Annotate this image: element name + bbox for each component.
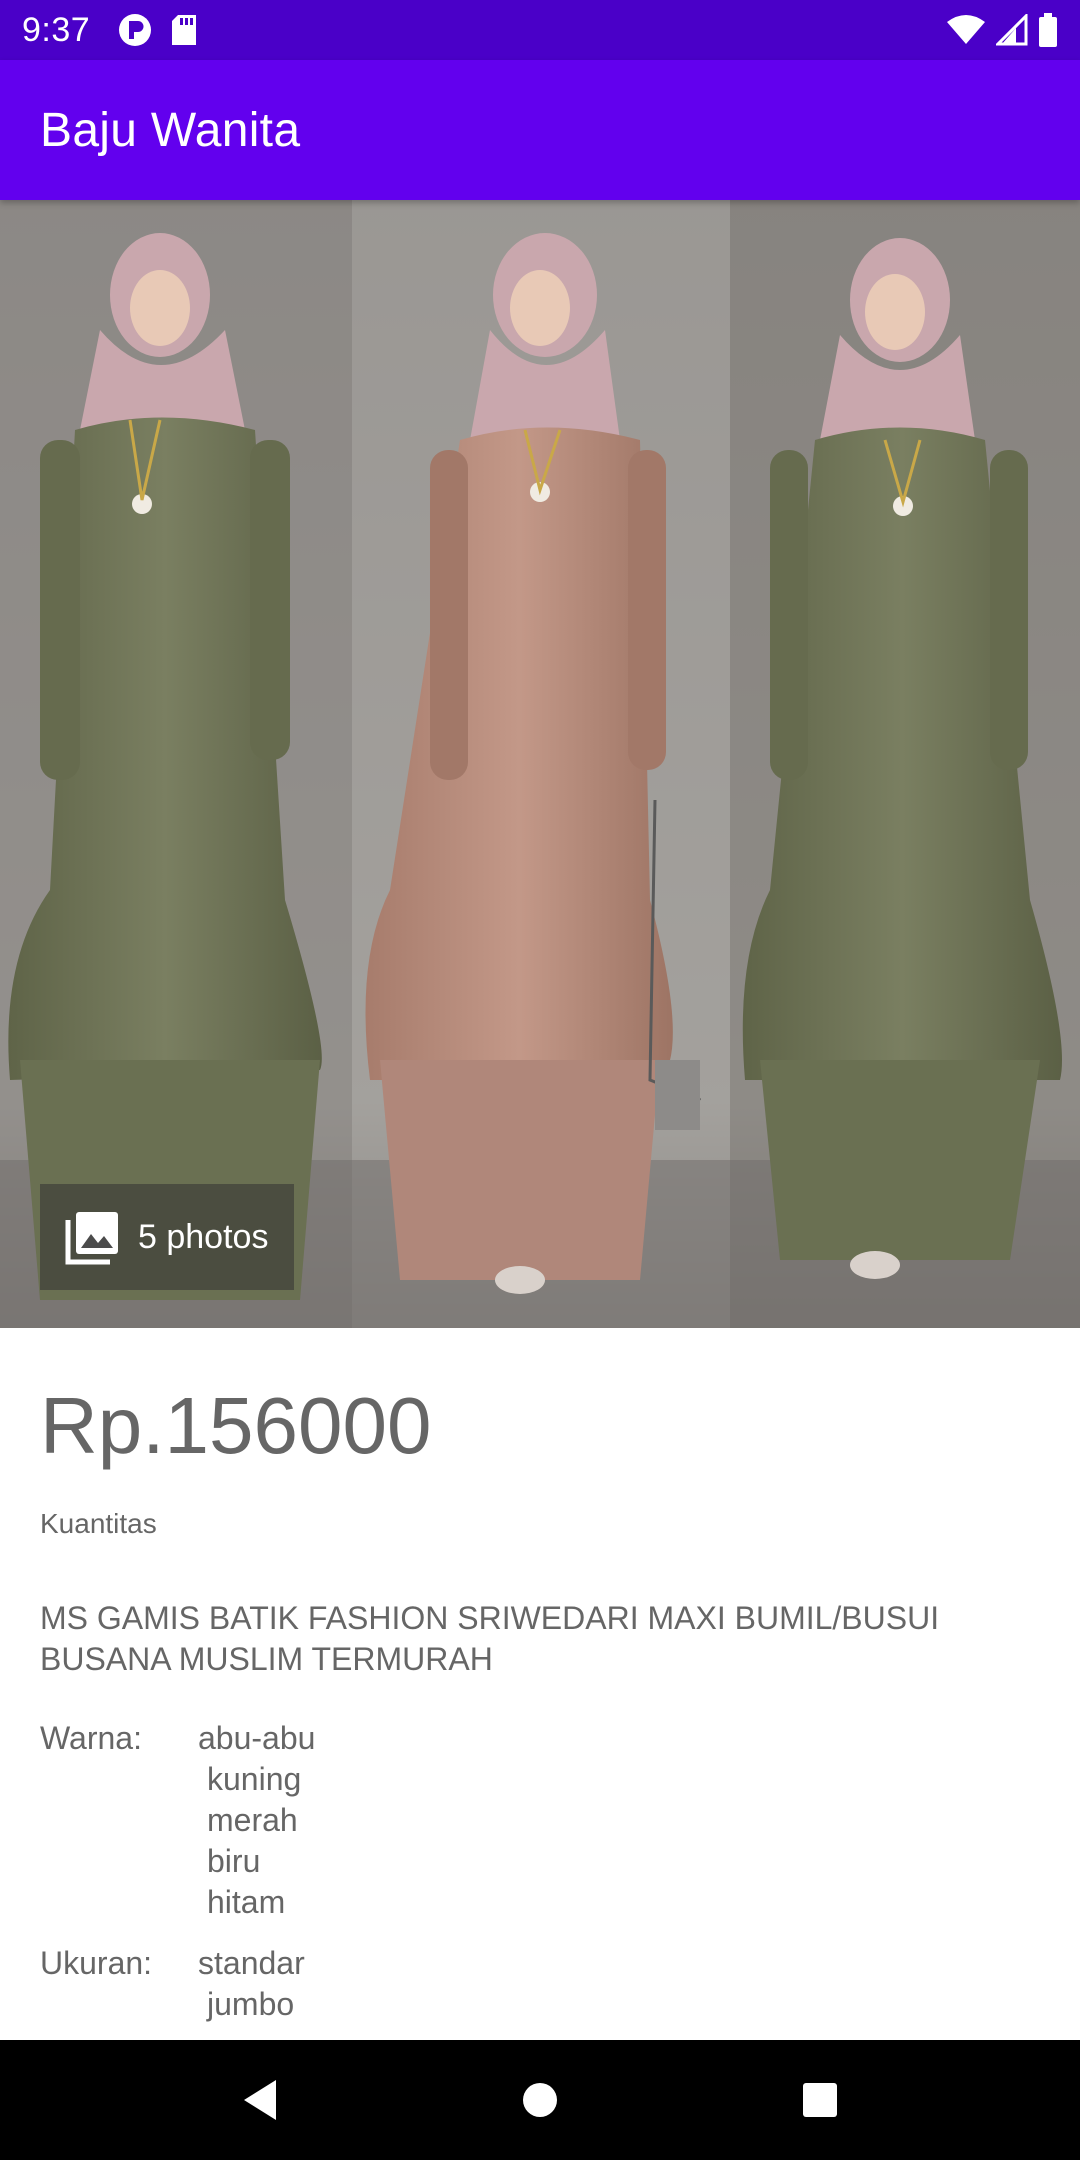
sd-card-icon [172,15,197,45]
home-icon [523,2083,557,2117]
wifi-icon [947,15,985,44]
product-details: Rp.156000 Kuantitas MS GAMIS BATIK FASHI… [0,1328,1080,2040]
color-value: biru [207,1843,261,1879]
back-icon [244,2080,276,2120]
product-title: MS GAMIS BATIK FASHION SRIWEDARI MAXI BU… [40,1600,940,1677]
photo-library-icon [65,1212,118,1265]
photo-count-label: 5 photos [138,1217,269,1256]
app-bar: Baju Wanita [0,60,1080,200]
home-button[interactable] [500,2060,580,2140]
status-bar: 9:37 [0,0,1080,60]
status-time: 9:37 [22,10,91,49]
battery-icon [1039,13,1057,47]
color-value: hitam [207,1884,286,1920]
product-price: Rp.156000 [40,1381,432,1470]
color-value: abu-abu [198,1720,316,1756]
p-badge-icon [119,14,152,46]
quantity-label: Kuantitas [40,1508,157,1539]
color-values: abu-abu kuning merah biru hitam [198,1718,315,1923]
signal-icon [996,14,1028,46]
recents-icon [803,2083,837,2117]
recents-button[interactable] [780,2060,860,2140]
photo-count-badge[interactable]: 5 photos [40,1184,294,1290]
size-value: standar [198,1945,305,1981]
color-spec-row: Warna: abu-abu kuning merah biru hitam [40,1718,1040,1923]
system-nav-bar [0,2040,1080,2160]
status-right-icons [946,13,1058,47]
product-image-gallery[interactable]: 5 photos [0,200,1080,1328]
color-value: merah [207,1802,298,1838]
size-label: Ukuran: [40,1945,153,1981]
size-spec-row: Ukuran: standar jumbo [40,1943,1040,2025]
app-title: Baju Wanita [40,103,301,157]
color-value: kuning [207,1761,302,1797]
size-value: jumbo [207,1986,295,2022]
color-label: Warna: [40,1720,142,1756]
back-button[interactable] [220,2060,300,2140]
product-photo [0,200,1080,1328]
status-left-icons [118,13,198,47]
size-values: standar jumbo [198,1943,305,2025]
